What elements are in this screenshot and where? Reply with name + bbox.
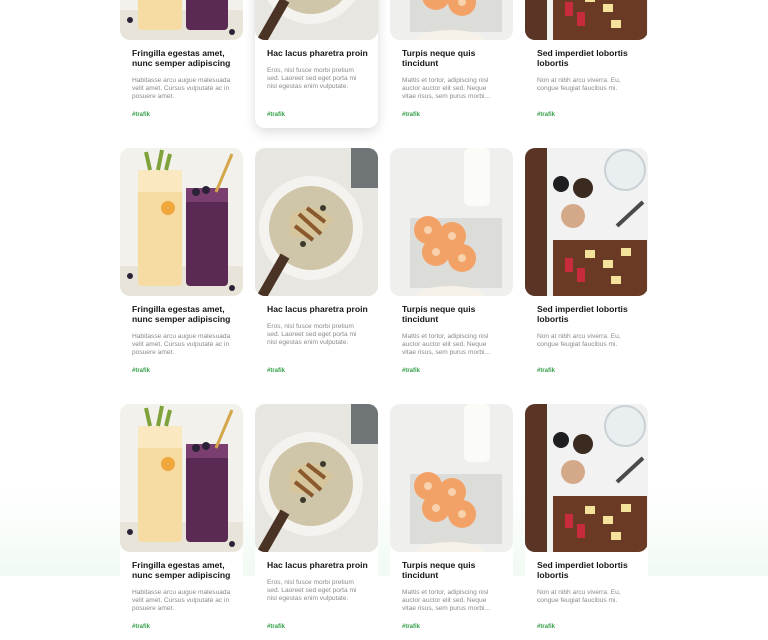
card-image-pasta-bowl[interactable] — [255, 148, 378, 296]
card-title[interactable]: Turpis neque quis tincidunt — [402, 304, 506, 324]
card-description: Habitasse arcu augue malesuada velit ame… — [132, 333, 231, 357]
card-description: Non at nibh arcu viverra. Eu, congue feu… — [537, 77, 621, 93]
card-title[interactable]: Sed imperdiet lobortis lobortis — [537, 560, 641, 580]
card-image-smoothie-glasses[interactable] — [120, 0, 243, 40]
article-card[interactable]: Hac lacus pharetra proin Eros, nisl fusc… — [255, 148, 378, 384]
article-card[interactable]: Hac lacus pharetra proin Eros, nisl fusc… — [255, 404, 378, 640]
card-image-snack-board[interactable] — [525, 148, 648, 296]
article-card[interactable]: Turpis neque quis tincidunt Mattis et to… — [390, 0, 513, 128]
card-description: Non at nibh arcu viverra. Eu, congue feu… — [537, 589, 621, 605]
card-description: Eros, nisl fusce morbi pretium sed. Laor… — [267, 67, 357, 91]
card-tag[interactable]: #trafik — [402, 368, 420, 374]
card-tag[interactable]: #trafik — [537, 624, 555, 630]
card-image-smoothie-glasses[interactable] — [120, 404, 243, 552]
card-title[interactable]: Hac lacus pharetra proin — [267, 560, 371, 570]
article-card[interactable]: Sed imperdiet lobortis lobortis Non at n… — [525, 404, 648, 640]
card-description: Habitasse arcu augue malesuada velit ame… — [132, 589, 231, 613]
card-description: Mattis et tortor, adipiscing nisl auctor… — [402, 77, 489, 101]
card-image-waffle-cookies-milk[interactable] — [390, 404, 513, 552]
article-card[interactable]: Hac lacus pharetra proin Eros, nisl fusc… — [255, 0, 378, 128]
card-image-waffle-cookies-milk[interactable] — [390, 0, 513, 40]
card-title[interactable]: Hac lacus pharetra proin — [267, 304, 371, 314]
card-tag[interactable]: #trafik — [132, 624, 150, 630]
article-card[interactable]: Fringilla egestas amet, nunc semper adip… — [120, 148, 243, 384]
article-card-grid: Fringilla egestas amet, nunc semper adip… — [120, 0, 648, 640]
card-tag[interactable]: #trafik — [402, 112, 420, 118]
card-image-pasta-bowl[interactable] — [255, 0, 378, 40]
card-tag[interactable]: #trafik — [537, 368, 555, 374]
article-card[interactable]: Fringilla egestas amet, nunc semper adip… — [120, 404, 243, 640]
card-tag[interactable]: #trafik — [132, 112, 150, 118]
card-title[interactable]: Fringilla egestas amet, nunc semper adip… — [132, 560, 236, 580]
card-title[interactable]: Fringilla egestas amet, nunc semper adip… — [132, 304, 236, 324]
card-tag[interactable]: #trafik — [267, 624, 285, 630]
card-image-smoothie-glasses[interactable] — [120, 148, 243, 296]
card-image-waffle-cookies-milk[interactable] — [390, 148, 513, 296]
card-title[interactable]: Turpis neque quis tincidunt — [402, 560, 506, 580]
card-title[interactable]: Sed imperdiet lobortis lobortis — [537, 304, 641, 324]
card-description: Mattis et tortor, adipiscing nisl auctor… — [402, 589, 489, 613]
card-tag[interactable]: #trafik — [132, 368, 150, 374]
card-tag[interactable]: #trafik — [402, 624, 420, 630]
article-card[interactable]: Turpis neque quis tincidunt Mattis et to… — [390, 404, 513, 640]
card-title[interactable]: Sed imperdiet lobortis lobortis — [537, 48, 641, 68]
card-title[interactable]: Fringilla egestas amet, nunc semper adip… — [132, 48, 236, 68]
card-description: Mattis et tortor, adipiscing nisl auctor… — [402, 333, 489, 357]
article-card[interactable]: Sed imperdiet lobortis lobortis Non at n… — [525, 148, 648, 384]
article-card[interactable]: Fringilla egestas amet, nunc semper adip… — [120, 0, 243, 128]
card-tag[interactable]: #trafik — [537, 112, 555, 118]
card-title[interactable]: Hac lacus pharetra proin — [267, 48, 371, 58]
card-tag[interactable]: #trafik — [267, 112, 285, 118]
card-description: Non at nibh arcu viverra. Eu, congue feu… — [537, 333, 621, 349]
card-description: Eros, nisl fusce morbi pretium sed. Laor… — [267, 579, 357, 603]
card-image-pasta-bowl[interactable] — [255, 404, 378, 552]
card-description: Eros, nisl fusce morbi pretium sed. Laor… — [267, 323, 357, 347]
card-description: Habitasse arcu augue malesuada velit ame… — [132, 77, 231, 101]
card-image-snack-board[interactable] — [525, 0, 648, 40]
article-card[interactable]: Turpis neque quis tincidunt Mattis et to… — [390, 148, 513, 384]
article-card[interactable]: Sed imperdiet lobortis lobortis Non at n… — [525, 0, 648, 128]
card-title[interactable]: Turpis neque quis tincidunt — [402, 48, 506, 68]
card-tag[interactable]: #trafik — [267, 368, 285, 374]
card-image-snack-board[interactable] — [525, 404, 648, 552]
